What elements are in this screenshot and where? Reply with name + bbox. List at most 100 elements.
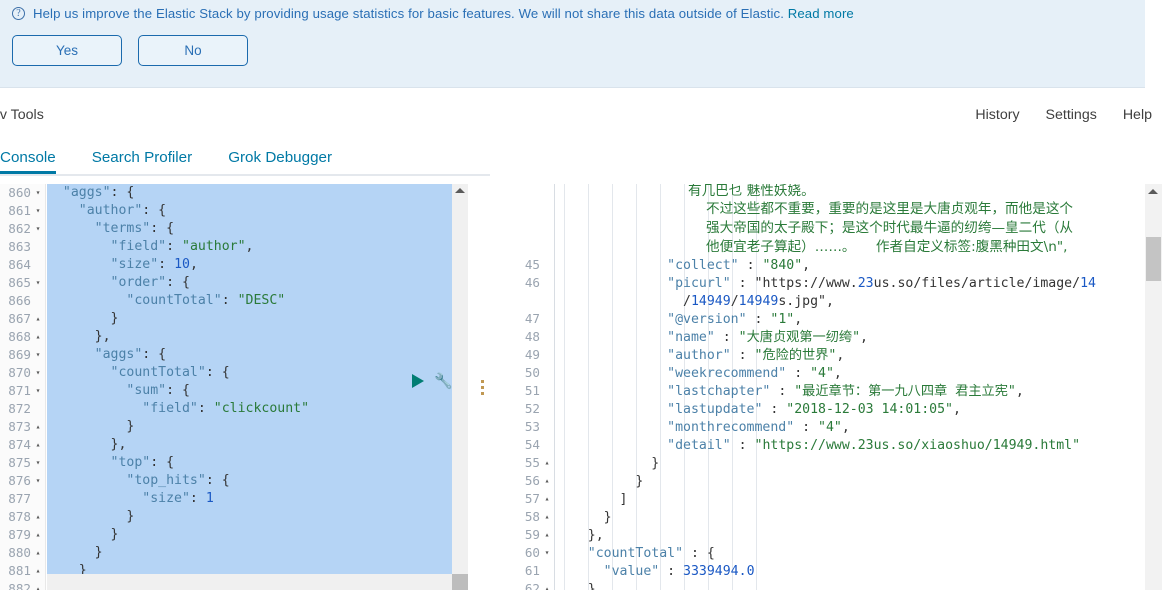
output-line-number: 57 ▴ [499, 490, 554, 508]
output-gutter-spacer [499, 184, 554, 256]
tab-grok-debugger[interactable]: Grok Debugger [210, 140, 350, 174]
editor-actions-toolbar: 🔧 [412, 372, 453, 390]
banner-message: Help us improve the Elastic Stack by pro… [33, 6, 854, 21]
editor-line-number: 865 ▾ [0, 274, 45, 292]
output-code-line: } [556, 456, 660, 471]
fold-toggle-icon[interactable]: ▴ [33, 508, 43, 526]
editor-code-line: "terms": { [94, 221, 175, 236]
output-code-area[interactable]: 有几巴乜 魅性妖娆。 不过这些都不重要，重要的是这里是大唐贞观年，而他是这个 强大帝… [556, 184, 1139, 590]
fold-toggle-icon[interactable]: ▴ [542, 508, 552, 526]
editor-code-line: } [47, 311, 119, 326]
editor-vertical-scrollbar[interactable] [452, 184, 468, 574]
editor-line-number: 860 ▾ [0, 184, 45, 202]
fold-toggle-icon[interactable]: ▴ [542, 526, 552, 544]
output-line-number: 56 ▴ [499, 472, 554, 490]
output-scroll-up-arrow-icon[interactable] [1148, 189, 1158, 194]
editor-code-line: "top": { [110, 455, 175, 470]
editor-code-line: } [47, 419, 135, 434]
output-code-line: "monthrecommend" : "4", [667, 420, 850, 435]
editor-code-area[interactable]: "aggs": { "author": { "terms": { "field"… [47, 184, 452, 574]
editor-line-number: 872 [8, 401, 31, 416]
console-panels: 860 ▾ 861 ▾ 862 ▾ 863 864 865 ▾ 866 867 ▴ 868 ▴ 869 ▾ 870… [0, 184, 1162, 590]
output-line-number: 61 [524, 563, 540, 578]
fold-toggle-icon[interactable]: ▴ [33, 418, 43, 436]
output-code-line: "weekrecommend" : "4", [667, 366, 842, 381]
output-line-number: 52 [524, 401, 540, 416]
fold-toggle-icon[interactable]: ▴ [33, 562, 43, 580]
wrench-icon[interactable]: 🔧 [434, 372, 453, 390]
telemetry-yes-button[interactable]: Yes [12, 35, 122, 66]
tab-search-profiler[interactable]: Search Profiler [74, 140, 210, 174]
telemetry-banner: ? Help us improve the Elastic Stack by p… [0, 0, 1145, 88]
editor-line-number: 868 ▴ [0, 328, 45, 346]
play-icon[interactable] [412, 374, 424, 388]
editor-code-line: "countTotal": { [110, 365, 230, 380]
fold-toggle-icon[interactable]: ▾ [33, 364, 43, 382]
output-line-number: 55 ▴ [499, 454, 554, 472]
fold-toggle-icon[interactable]: ▾ [33, 382, 43, 400]
fold-toggle-icon[interactable]: ▴ [542, 454, 552, 472]
fold-toggle-icon[interactable]: ▴ [33, 328, 43, 346]
settings-link[interactable]: Settings [1046, 107, 1097, 123]
fold-toggle-icon[interactable]: ▾ [33, 202, 43, 220]
fold-toggle-icon[interactable]: ▴ [542, 472, 552, 490]
response-output[interactable]: 45 46 47 48 49 50 51 52 53 54 55 ▴ 56 ▴ 57 ▴ 58 ▴ 59 ▴ 60 ▾ 61… [498, 184, 1162, 590]
editor-scrollbar-corner [452, 574, 468, 590]
output-code-line: "@version" : "1", [667, 312, 803, 327]
panel-resize-handle[interactable] [481, 380, 484, 395]
output-line-number: 62 ▴ [499, 580, 554, 590]
output-vertical-scrollbar[interactable] [1145, 184, 1162, 590]
request-editor[interactable]: 860 ▾ 861 ▾ 862 ▾ 863 864 865 ▾ 866 867 ▴ 868 ▴ 869 ▾ 870… [0, 184, 468, 590]
editor-horizontal-scrollbar[interactable] [47, 574, 452, 590]
telemetry-no-button[interactable]: No [138, 35, 248, 66]
read-more-link[interactable]: Read more [788, 6, 854, 21]
output-code-line: /14949/14949s.jpg", [556, 294, 834, 309]
fold-toggle-icon[interactable]: ▾ [33, 472, 43, 490]
output-code-line: "lastupdate" : "2018-12-03 14:01:05", [667, 402, 961, 417]
fold-toggle-icon[interactable]: ▴ [33, 310, 43, 328]
fold-toggle-icon[interactable]: ▴ [542, 490, 552, 508]
output-code-line: }, [556, 528, 604, 543]
editor-line-number: 863 [8, 239, 31, 254]
editor-gutter: 860 ▾ 861 ▾ 862 ▾ 863 864 865 ▾ 866 867 ▴ 868 ▴ 869 ▾ 870… [0, 184, 46, 590]
fold-toggle-icon[interactable]: ▴ [33, 526, 43, 544]
fold-toggle-icon[interactable]: ▾ [33, 454, 43, 472]
output-line-number: 53 [524, 419, 540, 434]
output-code-line: } [556, 510, 612, 525]
editor-line-number: 878 ▴ [0, 508, 45, 526]
editor-code-line: } [47, 545, 103, 560]
editor-line-number: 862 ▾ [0, 220, 45, 238]
fold-toggle-icon[interactable]: ▴ [542, 580, 552, 590]
output-cjk-line: 强大帝国的太子殿下；是这个时代最牛逼的纫绔—皇二代（从 [706, 220, 1074, 236]
tab-console[interactable]: Console [0, 140, 74, 174]
output-cjk-clipped-line: 有几巴乜 魅性妖娆。 [688, 184, 815, 199]
fold-toggle-icon[interactable]: ▾ [33, 184, 43, 202]
editor-line-number: 867 ▴ [0, 310, 45, 328]
scroll-up-arrow-icon[interactable] [455, 188, 465, 193]
fold-toggle-icon[interactable]: ▾ [33, 346, 43, 364]
editor-line-number: 873 ▴ [0, 418, 45, 436]
editor-code-line: "author": { [78, 203, 167, 218]
editor-line-number: 871 ▾ [0, 382, 45, 400]
editor-line-number: 866 [8, 293, 31, 308]
editor-code-line: "size": 1 [142, 491, 214, 506]
output-code-line: "detail" : "https://www.23us.so/xiaoshuo… [667, 438, 1081, 453]
fold-toggle-icon[interactable]: ▴ [33, 436, 43, 454]
editor-line-number: 869 ▾ [0, 346, 45, 364]
fold-toggle-icon[interactable]: ▾ [33, 220, 43, 238]
fold-toggle-icon[interactable]: ▴ [33, 580, 43, 590]
output-scrollbar-thumb[interactable] [1146, 237, 1161, 281]
output-line-number: 46 [524, 275, 540, 290]
output-line-number: 51 [524, 383, 540, 398]
editor-code-line: } [47, 563, 87, 574]
history-link[interactable]: History [975, 107, 1019, 123]
fold-toggle-icon[interactable]: ▾ [33, 274, 43, 292]
fold-toggle-icon[interactable]: ▾ [542, 544, 552, 562]
editor-code-line: "aggs": { [94, 347, 167, 362]
editor-line-number: 861 ▾ [0, 202, 45, 220]
editor-line-number: 881 ▴ [0, 562, 45, 580]
editor-line-number: 880 ▴ [0, 544, 45, 562]
help-link[interactable]: Help [1123, 107, 1152, 123]
output-code-line: "value" : 3339494.0 [603, 564, 755, 579]
fold-toggle-icon[interactable]: ▴ [33, 544, 43, 562]
